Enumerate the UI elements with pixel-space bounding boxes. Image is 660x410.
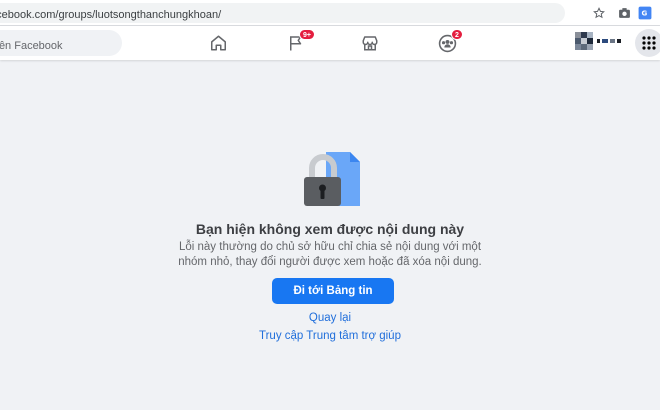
url-text[interactable]: acebook.com/groups/luotsongthanchungkhoa… bbox=[0, 9, 221, 21]
profile-name bbox=[597, 37, 627, 45]
notification-badge: 9+ bbox=[299, 29, 315, 40]
notification-badge: 2 bbox=[451, 29, 463, 40]
avatar bbox=[575, 32, 593, 50]
error-description: Lỗi này thường do chủ sở hữu chỉ chia sẻ… bbox=[0, 240, 660, 270]
search-input[interactable]: m trên Facebook bbox=[0, 30, 122, 56]
error-description-line: nhóm nhỏ, thay đổi người được xem hoặc đ… bbox=[178, 256, 482, 268]
star-icon[interactable] bbox=[591, 5, 607, 21]
error-title: Bạn hiện không xem được nội dung này bbox=[195, 221, 465, 237]
facebook-header: m trên Facebook 9+ 2 bbox=[0, 26, 660, 60]
svg-text:G: G bbox=[642, 9, 648, 17]
error-description-line: Lỗi này thường do chủ sở hữu chỉ chia sẻ… bbox=[178, 241, 482, 253]
profile-button[interactable] bbox=[575, 31, 627, 51]
browser-toolbar: acebook.com/groups/luotsongthanchungkhoa… bbox=[0, 0, 660, 26]
translate-icon[interactable]: G bbox=[637, 5, 653, 21]
marketplace-icon[interactable] bbox=[358, 31, 382, 55]
go-to-feed-button[interactable]: Đi tới Bảng tin bbox=[272, 278, 394, 304]
camera-icon[interactable] bbox=[616, 5, 632, 21]
grid-menu-icon[interactable] bbox=[635, 29, 660, 57]
content-unavailable-panel: Bạn hiện không xem được nội dung này Lỗi… bbox=[0, 60, 660, 410]
home-icon[interactable] bbox=[206, 31, 230, 55]
help-center-link[interactable]: Truy cập Trung tâm trợ giúp bbox=[0, 330, 660, 342]
go-back-link[interactable]: Quay lại bbox=[0, 312, 660, 324]
address-bar[interactable]: acebook.com/groups/luotsongthanchungkhoa… bbox=[0, 3, 565, 23]
search-placeholder: m trên Facebook bbox=[0, 40, 63, 52]
locked-document-icon bbox=[304, 152, 360, 206]
